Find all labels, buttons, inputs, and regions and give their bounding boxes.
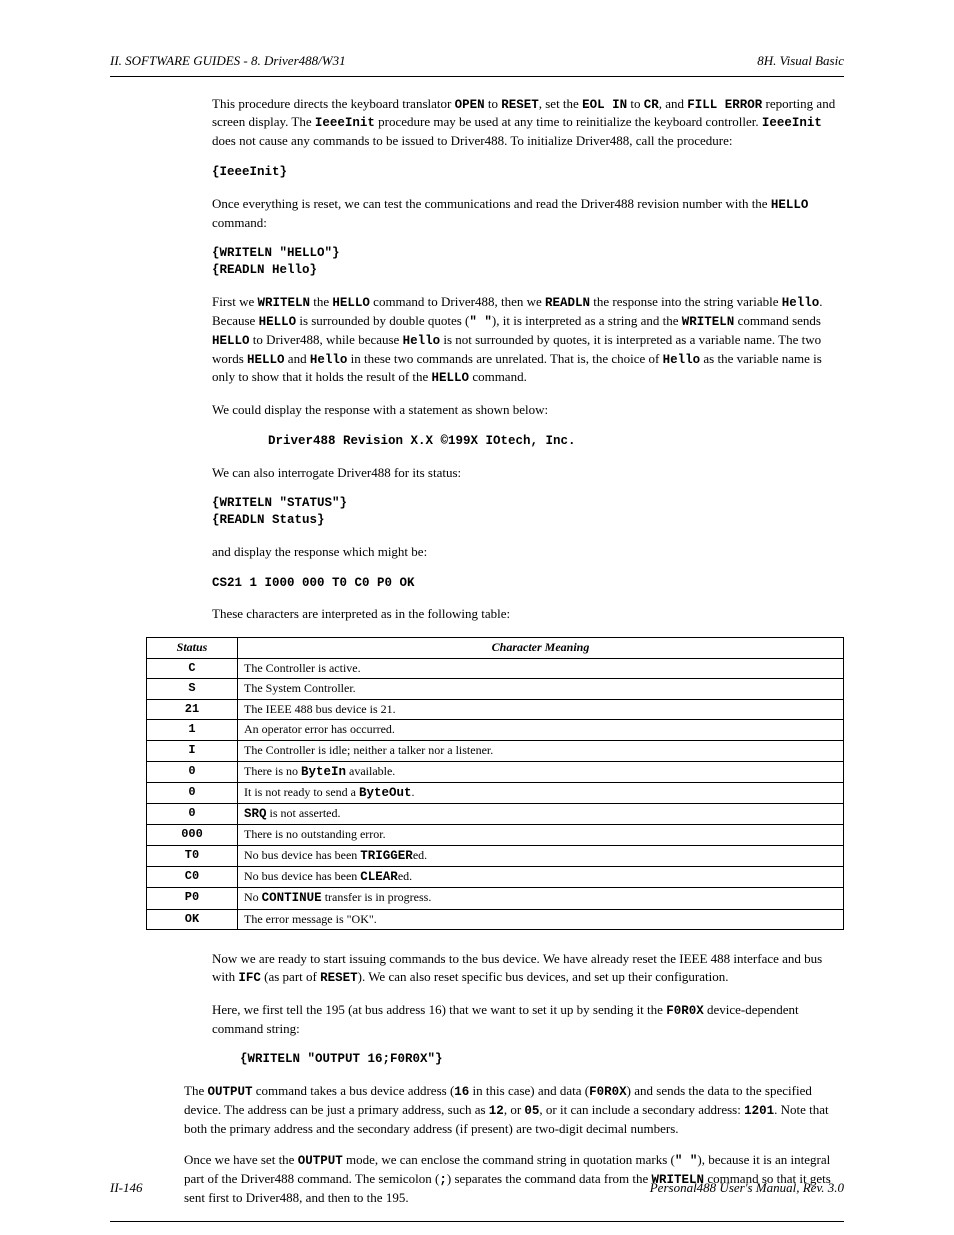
- para-9: Here, we first tell the 195 (at bus addr…: [212, 1001, 844, 1037]
- para-5: We can also interrogate Driver488 for it…: [212, 464, 844, 482]
- footer-right: Personal488 User's Manual, Rev. 3.0: [650, 1179, 844, 1197]
- table-row: IThe Controller is idle; neither a talke…: [147, 740, 844, 761]
- status-desc-cell: It is not ready to send a ByteOut.: [238, 782, 844, 803]
- status-code-cell: I: [147, 740, 238, 761]
- para-8: Now we are ready to start issuing comman…: [212, 950, 844, 986]
- status-desc-cell: No bus device has been TRIGGERed.: [238, 845, 844, 866]
- status-code-cell: OK: [147, 909, 238, 930]
- status-desc-cell: There is no outstanding error.: [238, 825, 844, 846]
- table-row: T0No bus device has been TRIGGERed.: [147, 845, 844, 866]
- top-rule: [110, 76, 844, 77]
- body: This procedure directs the keyboard tran…: [212, 95, 844, 1207]
- table-row: CThe Controller is active.: [147, 658, 844, 679]
- status-code-cell: 0: [147, 804, 238, 825]
- status-code-cell: P0: [147, 888, 238, 909]
- status-desc-cell: The System Controller.: [238, 679, 844, 700]
- page: II. SOFTWARE GUIDES - 8. Driver488/W31 8…: [0, 0, 954, 1235]
- para-6: and display the response which might be:: [212, 543, 844, 561]
- header-right: 8H. Visual Basic: [757, 52, 844, 70]
- page-footer: II-146 Personal488 User's Manual, Rev. 3…: [110, 1179, 844, 1197]
- para-7: These characters are interpreted as in t…: [212, 605, 844, 623]
- page-header: II. SOFTWARE GUIDES - 8. Driver488/W31 8…: [110, 52, 844, 70]
- code-output: {WRITELN "OUTPUT 16;F0R0X"}: [240, 1051, 844, 1068]
- status-code-cell: 000: [147, 825, 238, 846]
- status-desc-cell: The Controller is active.: [238, 658, 844, 679]
- status-desc-cell: The error message is "OK".: [238, 909, 844, 930]
- status-desc-cell: There is no ByteIn available.: [238, 761, 844, 782]
- table-row: 21The IEEE 488 bus device is 21.: [147, 699, 844, 720]
- status-code-cell: 0: [147, 782, 238, 803]
- table-row: 1An operator error has occurred.: [147, 720, 844, 741]
- status-th-code: Status: [147, 637, 238, 658]
- code-hello: {WRITELN "HELLO"} {READLN Hello}: [212, 245, 844, 279]
- status-code-cell: S: [147, 679, 238, 700]
- status-table: Status Character Meaning CThe Controller…: [146, 637, 844, 930]
- header-left: II. SOFTWARE GUIDES - 8. Driver488/W31: [110, 52, 346, 70]
- status-desc-cell: SRQ is not asserted.: [238, 804, 844, 825]
- code-status-output: CS21 1 I000 000 T0 C0 P0 OK: [212, 575, 844, 592]
- status-code-cell: 1: [147, 720, 238, 741]
- table-row: C0No bus device has been CLEARed.: [147, 867, 844, 888]
- status-desc-cell: No bus device has been CLEARed.: [238, 867, 844, 888]
- code-ieeeinit: {IeeeInit}: [212, 164, 844, 181]
- status-code-cell: 0: [147, 761, 238, 782]
- status-desc-cell: The Controller is idle; neither a talker…: [238, 740, 844, 761]
- status-code-cell: C0: [147, 867, 238, 888]
- table-row: 000There is no outstanding error.: [147, 825, 844, 846]
- status-code-cell: 21: [147, 699, 238, 720]
- status-desc-cell: No CONTINUE transfer is in progress.: [238, 888, 844, 909]
- para-3: First we WRITELN the HELLO command to Dr…: [212, 293, 844, 387]
- table-row: 0It is not ready to send a ByteOut.: [147, 782, 844, 803]
- table-row: 0There is no ByteIn available.: [147, 761, 844, 782]
- status-code-cell: C: [147, 658, 238, 679]
- status-th-meaning: Character Meaning: [238, 637, 844, 658]
- para-1: This procedure directs the keyboard tran…: [212, 95, 844, 150]
- table-row: OKThe error message is "OK".: [147, 909, 844, 930]
- para-10: The OUTPUT command takes a bus device ad…: [184, 1082, 844, 1137]
- table-row: SThe System Controller.: [147, 679, 844, 700]
- status-desc-cell: The IEEE 488 bus device is 21.: [238, 699, 844, 720]
- code-status: {WRITELN "STATUS"} {READLN Status}: [212, 495, 844, 529]
- status-code-cell: T0: [147, 845, 238, 866]
- code-driver-rev: Driver488 Revision X.X ©199X IOtech, Inc…: [268, 433, 844, 450]
- bottom-rule: [110, 1221, 844, 1222]
- footer-left: II-146: [110, 1179, 143, 1197]
- table-row: 0SRQ is not asserted.: [147, 804, 844, 825]
- para-4: We could display the response with a sta…: [212, 401, 844, 419]
- para-2: Once everything is reset, we can test th…: [212, 195, 844, 231]
- table-row: P0No CONTINUE transfer is in progress.: [147, 888, 844, 909]
- status-desc-cell: An operator error has occurred.: [238, 720, 844, 741]
